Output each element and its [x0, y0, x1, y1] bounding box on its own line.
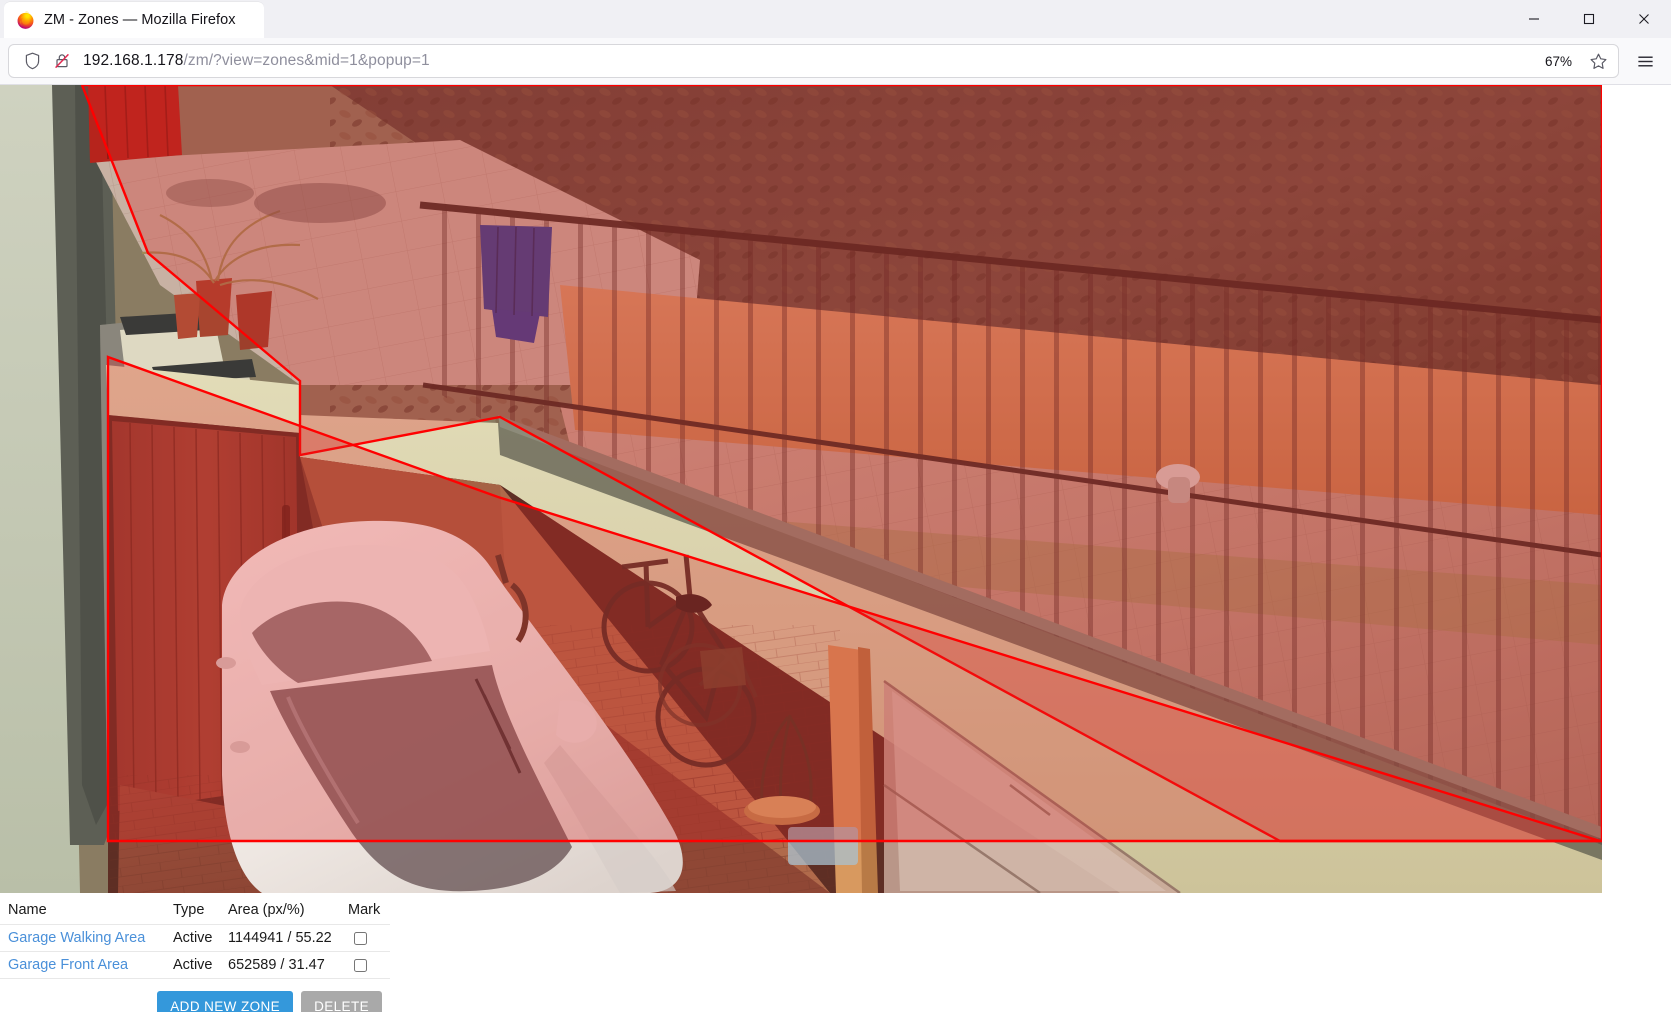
close-button[interactable]	[1616, 0, 1671, 38]
padlock-crossed-icon[interactable]	[47, 47, 77, 75]
page-content: Name Type Area (px/%) Mark Garage Walkin…	[0, 85, 1671, 1012]
zones-table-body: Garage Walking Area Active 1144941 / 55.…	[0, 925, 390, 979]
zoom-level-badge[interactable]: 67%	[1537, 51, 1580, 72]
minimize-button[interactable]	[1506, 0, 1561, 38]
camera-zone-canvas[interactable]	[0, 85, 1602, 893]
zone-link-garage-walking-area[interactable]: Garage Walking Area	[8, 930, 145, 946]
zone-area-cell: 652589 / 31.47	[220, 952, 340, 979]
zone-mark-cell	[340, 925, 390, 952]
zones-table-head: Name Type Area (px/%) Mark	[0, 895, 390, 925]
tab-title: ZM - Zones — Mozilla Firefox	[44, 12, 236, 28]
title-bar: ZM - Zones — Mozilla Firefox	[0, 0, 1671, 38]
zone-actions: ADD NEW ZONE DELETE	[0, 979, 390, 1012]
zones-table: Name Type Area (px/%) Mark Garage Walkin…	[0, 895, 390, 979]
column-header-mark: Mark	[340, 895, 390, 925]
zone-link-garage-front-area[interactable]: Garage Front Area	[8, 957, 128, 973]
zone-name-cell: Garage Walking Area	[0, 925, 165, 952]
zone-type-cell: Active	[165, 925, 220, 952]
zone-area-cell: 1144941 / 55.22	[220, 925, 340, 952]
mark-checkbox[interactable]	[354, 959, 367, 972]
firefox-logo-icon	[16, 11, 35, 30]
navigation-toolbar: 192.168.1.178/zm/?view=zones&mid=1&popup…	[0, 38, 1671, 85]
hamburger-menu-icon[interactable]	[1627, 44, 1663, 78]
star-icon[interactable]	[1582, 46, 1614, 76]
column-header-area: Area (px/%)	[220, 895, 340, 925]
maximize-button[interactable]	[1561, 0, 1616, 38]
firefox-window: ZM - Zones — Mozilla Firefox	[0, 0, 1671, 1012]
tab-strip: ZM - Zones — Mozilla Firefox	[0, 0, 1506, 38]
zone-name-cell: Garage Front Area	[0, 952, 165, 979]
table-row[interactable]: Garage Front Area Active 652589 / 31.47	[0, 952, 390, 979]
window-controls	[1506, 0, 1671, 38]
url-bar[interactable]: 192.168.1.178/zm/?view=zones&mid=1&popup…	[8, 44, 1619, 78]
table-row[interactable]: Garage Walking Area Active 1144941 / 55.…	[0, 925, 390, 952]
shield-icon[interactable]	[17, 47, 47, 75]
column-header-type: Type	[165, 895, 220, 925]
browser-tab[interactable]: ZM - Zones — Mozilla Firefox	[4, 2, 264, 38]
url-text[interactable]: 192.168.1.178/zm/?view=zones&mid=1&popup…	[77, 52, 1537, 70]
zone-type-cell: Active	[165, 952, 220, 979]
mark-checkbox[interactable]	[354, 932, 367, 945]
table-header-row: Name Type Area (px/%) Mark	[0, 895, 390, 925]
camera-image[interactable]	[0, 85, 1602, 893]
column-header-name: Name	[0, 895, 165, 925]
url-host: 192.168.1.178	[83, 52, 183, 69]
url-path: /zm/?view=zones&mid=1&popup=1	[183, 52, 429, 69]
zones-table-section: Name Type Area (px/%) Mark Garage Walkin…	[0, 893, 1671, 1012]
zone-mark-cell	[340, 952, 390, 979]
add-new-zone-button[interactable]: ADD NEW ZONE	[157, 991, 293, 1012]
delete-button[interactable]: DELETE	[301, 991, 382, 1012]
